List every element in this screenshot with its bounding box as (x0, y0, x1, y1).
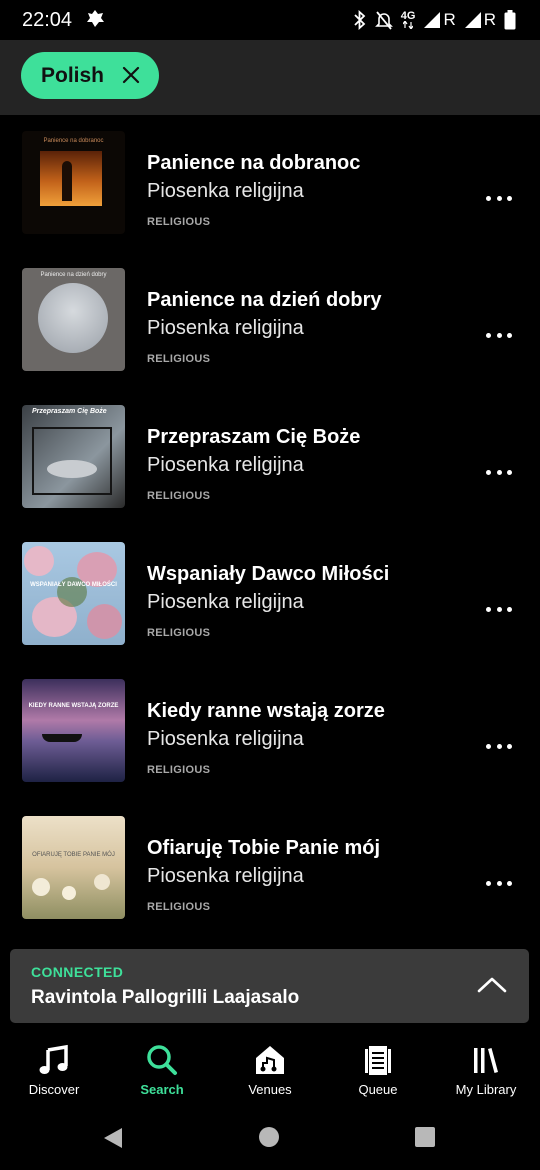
song-list[interactable]: Panience na dobranoc Panience na dobrano… (0, 115, 540, 945)
song-title: Kiedy ranne wstają zorze (147, 700, 385, 722)
album-cover: WSPANIAŁY DAWCO MIŁOŚCI (22, 542, 125, 645)
song-title: Panience na dobranoc (147, 152, 361, 174)
song-row[interactable]: Przepraszam Cię Boże Przepraszam Cię Boż… (0, 405, 540, 542)
language-filter-chip[interactable]: Polish (21, 52, 159, 99)
song-genre: RELIGIOUS (147, 627, 211, 639)
library-icon (474, 1048, 498, 1073)
music-note-icon (39, 1044, 68, 1074)
venue-house-icon (256, 1046, 284, 1074)
album-cover: KIEDY RANNE WSTAJĄ ZORZE (22, 679, 125, 782)
song-genre: RELIGIOUS (147, 490, 211, 502)
nav-queue[interactable]: Queue (324, 1030, 432, 1108)
album-cover: OFIARUJĘ TOBIE PANIE MÓJ (22, 816, 125, 919)
data-arrows-icon (403, 21, 414, 29)
song-row[interactable]: Panience na dzień dobry Panience na dzie… (0, 268, 540, 405)
song-row[interactable]: Panience na dobranoc Panience na dobrano… (0, 131, 540, 268)
chevron-up-icon[interactable] (477, 975, 507, 993)
close-icon[interactable] (121, 65, 141, 85)
connected-venue-name: Ravintola Pallogrilli Laajasalo (31, 987, 300, 1008)
song-title: Ofiaruję Tobie Panie mój (147, 837, 381, 859)
nav-label: My Library (455, 1082, 517, 1097)
album-cover: Panience na dzień dobry (22, 268, 125, 371)
filter-header: Polish (0, 40, 540, 115)
status-time: 22:04 (22, 9, 73, 31)
cover-caption: Panience na dzień dobry (40, 272, 107, 278)
network-type-4g: 4G (401, 11, 415, 29)
signal-icon (424, 12, 441, 28)
song-row[interactable]: KIEDY RANNE WSTAJĄ ZORZE Kiedy ranne wst… (0, 679, 540, 816)
nav-discover[interactable]: Discover (0, 1030, 108, 1108)
album-cover: Przepraszam Cię Boże (22, 405, 125, 508)
song-artist: Piosenka religijna (147, 865, 304, 887)
more-options-button[interactable] (486, 193, 512, 203)
song-genre: RELIGIOUS (147, 216, 211, 228)
roaming-indicator: R (483, 10, 496, 29)
cover-caption: WSPANIAŁY DAWCO MIŁOŚCI (30, 582, 117, 588)
nav-venues[interactable]: Venues (216, 1030, 324, 1108)
home-icon[interactable] (259, 1127, 279, 1147)
song-artist: Piosenka religijna (147, 454, 304, 476)
nav-label: Queue (358, 1082, 398, 1097)
song-artist: Piosenka religijna (147, 591, 304, 613)
nav-my-library[interactable]: My Library (432, 1030, 540, 1108)
cover-caption: OFIARUJĘ TOBIE PANIE MÓJ (32, 852, 115, 858)
battery-icon (504, 10, 516, 30)
back-icon[interactable] (102, 1127, 124, 1149)
nav-label: Discover (28, 1082, 80, 1097)
song-genre: RELIGIOUS (147, 764, 211, 776)
roaming-indicator: R (443, 10, 456, 29)
nav-label: Venues (248, 1082, 292, 1097)
song-genre: RELIGIOUS (147, 901, 211, 913)
connected-label: CONNECTED (31, 964, 124, 980)
song-title: Przepraszam Cię Boże (147, 426, 361, 448)
connected-venue-bar[interactable]: CONNECTED Ravintola Pallogrilli Laajasal… (10, 949, 529, 1023)
more-options-button[interactable] (486, 878, 512, 888)
signal-icon (464, 12, 481, 28)
more-options-button[interactable] (486, 467, 512, 477)
more-options-button[interactable] (486, 604, 512, 614)
cover-caption: KIEDY RANNE WSTAJĄ ZORZE (28, 703, 119, 709)
queue-list-icon (365, 1046, 391, 1075)
cover-caption: Panience na dobranoc (43, 138, 104, 144)
system-navigation-bar (0, 1108, 540, 1170)
nav-search[interactable]: Search (108, 1030, 216, 1108)
notification-app-icon (87, 10, 104, 27)
mute-icon (374, 11, 393, 30)
bluetooth-icon (354, 10, 366, 30)
search-icon (147, 1045, 177, 1075)
song-title: Wspaniały Dawco Miłości (147, 563, 390, 585)
album-cover: Panience na dobranoc (22, 131, 125, 234)
recents-icon[interactable] (415, 1127, 435, 1147)
chip-label: Polish (41, 63, 105, 87)
status-bar: 22:04 4G R R (0, 0, 540, 40)
status-icons: 4G R R (353, 8, 516, 32)
song-row[interactable]: WSPANIAŁY DAWCO MIŁOŚCI Wspaniały Dawco … (0, 542, 540, 679)
song-artist: Piosenka religijna (147, 317, 304, 339)
song-artist: Piosenka religijna (147, 728, 304, 750)
bottom-navigation: Discover Search Venues Queue My Library (0, 1030, 540, 1108)
more-options-button[interactable] (486, 741, 512, 751)
song-genre: RELIGIOUS (147, 353, 211, 365)
cover-caption: Przepraszam Cię Boże (32, 408, 107, 415)
song-artist: Piosenka religijna (147, 180, 304, 202)
song-row[interactable]: OFIARUJĘ TOBIE PANIE MÓJ Ofiaruję Tobie … (0, 816, 540, 945)
nav-label: Search (140, 1082, 184, 1097)
song-title: Panience na dzień dobry (147, 289, 382, 311)
more-options-button[interactable] (486, 330, 512, 340)
